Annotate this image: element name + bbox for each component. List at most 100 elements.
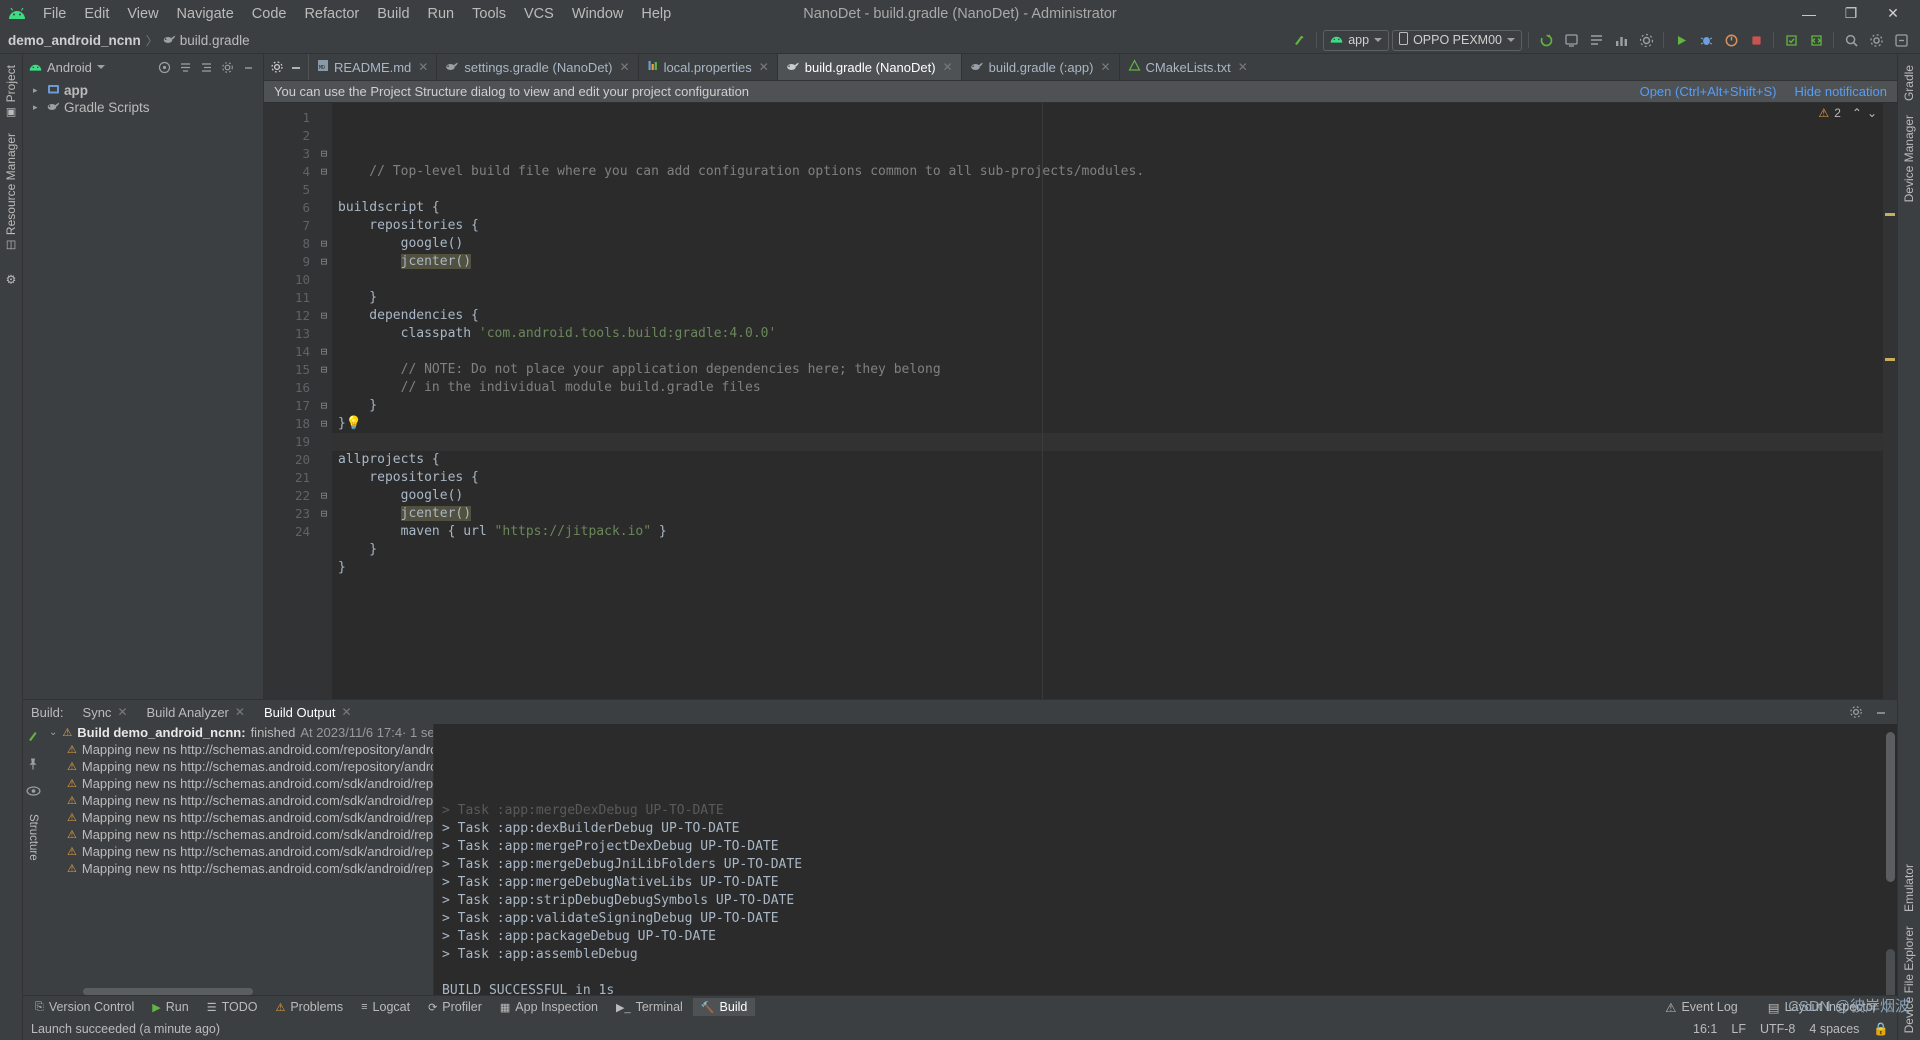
inspection-summary[interactable]: ⚠ 2 ⌃ ⌄: [1818, 106, 1877, 120]
settings-gear-icon[interactable]: [1635, 30, 1657, 50]
menu-tools[interactable]: Tools: [463, 3, 515, 25]
settings-icon[interactable]: [1865, 30, 1887, 50]
sidebar-item-device-manager[interactable]: Device Manager: [1899, 108, 1919, 209]
inspection-mark[interactable]: [1885, 358, 1895, 361]
fold-marker[interactable]: ⊟: [316, 307, 332, 325]
tab-cmakelists-txt[interactable]: CMakeLists.txt ✕: [1120, 54, 1256, 80]
tab-build-output[interactable]: Build Output ✕: [256, 702, 360, 727]
fold-marker[interactable]: ⊟: [316, 253, 332, 271]
chevron-right-icon[interactable]: ▸: [33, 85, 43, 96]
horizontal-scrollbar[interactable]: [83, 988, 253, 995]
search-icon[interactable]: [1840, 30, 1862, 50]
code-line[interactable]: jcenter(): [338, 253, 1897, 271]
apply-code-changes-icon[interactable]: [1805, 30, 1827, 50]
sdk-manager-icon[interactable]: [1585, 30, 1607, 50]
console-scrollbar[interactable]: [1886, 732, 1895, 882]
fold-marker[interactable]: ⊟: [316, 415, 332, 433]
tab-build-gradle-nanodet[interactable]: build.gradle (NanoDet) ✕: [777, 54, 962, 80]
code-line[interactable]: google(): [338, 235, 1897, 253]
menu-build[interactable]: Build: [368, 3, 418, 25]
sidebar-item-project[interactable]: ▣ Project: [1, 58, 21, 126]
fold-marker[interactable]: ⊟: [316, 145, 332, 163]
apply-changes-icon[interactable]: [1780, 30, 1802, 50]
menu-help[interactable]: Help: [632, 3, 680, 25]
chevron-right-icon[interactable]: ▸: [33, 102, 43, 113]
menu-view[interactable]: View: [118, 3, 167, 25]
code-line[interactable]: [338, 181, 1897, 199]
next-inspection-icon[interactable]: ⌄: [1867, 106, 1877, 120]
menu-refactor[interactable]: Refactor: [295, 3, 368, 25]
code-line[interactable]: buildscript {: [338, 199, 1897, 217]
tab-build-gradle-app[interactable]: build.gradle (:app) ✕: [962, 54, 1120, 80]
code-line[interactable]: repositories {: [338, 217, 1897, 235]
tab-local-properties[interactable]: local.properties ✕: [639, 54, 778, 80]
pin-icon[interactable]: [26, 757, 40, 774]
close-icon[interactable]: ✕: [943, 60, 953, 74]
menu-window[interactable]: Window: [563, 3, 633, 25]
build-tree-row[interactable]: ⚠ Mapping new ns http://schemas.android.c…: [43, 826, 433, 843]
console-scrollbar-lower[interactable]: [1886, 949, 1895, 995]
build-tree-row[interactable]: ⚠ Mapping new ns http://schemas.android.c…: [43, 775, 433, 792]
profiler-icon[interactable]: [1610, 30, 1632, 50]
code-line[interactable]: classpath 'com.android.tools.build:gradl…: [338, 325, 1897, 343]
hide-notification-link[interactable]: Hide notification: [1795, 84, 1888, 99]
tab-sync[interactable]: Sync ✕: [75, 702, 136, 723]
code-line[interactable]: }: [338, 289, 1897, 307]
structure-icon[interactable]: ⚙: [1, 265, 21, 293]
search-everywhere-icon[interactable]: [1890, 30, 1912, 50]
code-folding-gutter[interactable]: ⊟ ⊟ ⊟ ⊟ ⊟ ⊟ ⊟ ⊟ ⊟ ⊟ ⊟: [316, 103, 332, 699]
collapse-all-icon[interactable]: [177, 59, 194, 76]
make-project-icon[interactable]: [1288, 30, 1310, 50]
code-line[interactable]: [338, 271, 1897, 289]
close-icon[interactable]: ✕: [342, 705, 352, 719]
breadcrumb-file[interactable]: build.gradle: [180, 33, 250, 48]
indent-setting[interactable]: 4 spaces: [1809, 1022, 1859, 1036]
avd-manager-icon[interactable]: [1560, 30, 1582, 50]
sync-gradle-icon[interactable]: [1535, 30, 1557, 50]
minimize-button[interactable]: —: [1788, 1, 1830, 27]
chevron-down-icon[interactable]: [96, 65, 105, 69]
close-icon[interactable]: ✕: [759, 60, 769, 74]
tool-window-button-build[interactable]: 🔨 Build: [692, 998, 756, 1016]
tool-window-button-logcat[interactable]: ≡ Logcat: [353, 998, 418, 1016]
close-icon[interactable]: ✕: [620, 60, 630, 74]
menu-edit[interactable]: Edit: [75, 3, 118, 25]
fold-marker[interactable]: ⊟: [316, 487, 332, 505]
eye-icon[interactable]: [25, 784, 41, 800]
intention-bulb-icon[interactable]: 💡: [346, 416, 362, 431]
device-selector[interactable]: OPPO PEXM00: [1392, 29, 1522, 51]
code-line[interactable]: // Top-level build file where you can ad…: [338, 163, 1897, 181]
maximize-button[interactable]: ❐: [1830, 1, 1872, 27]
tool-window-button-terminal[interactable]: ▶_ Terminal: [608, 998, 691, 1016]
lock-icon[interactable]: 🔒: [1873, 1022, 1889, 1037]
code-line[interactable]: }: [338, 397, 1897, 415]
structure-side-label[interactable]: Structure: [27, 814, 39, 861]
inspection-scrollbar[interactable]: [1883, 103, 1897, 699]
code-line[interactable]: dependencies {: [338, 307, 1897, 325]
fold-marker[interactable]: ⊟: [316, 361, 332, 379]
fold-marker[interactable]: ⊟: [316, 235, 332, 253]
fold-marker[interactable]: ⊟: [316, 397, 332, 415]
build-tree-row[interactable]: ⚠ Mapping new ns http://schemas.android.c…: [43, 860, 433, 877]
gear-icon[interactable]: [1847, 704, 1864, 721]
expand-all-icon[interactable]: [198, 59, 215, 76]
build-tree-row[interactable]: ⚠ Mapping new ns http://schemas.android.c…: [43, 792, 433, 809]
build-tree-row[interactable]: ⌄ ⚠ Build demo_android_ncnn: finished At 2…: [43, 724, 433, 741]
menu-vcs[interactable]: VCS: [515, 3, 563, 25]
close-icon[interactable]: ✕: [1100, 60, 1110, 74]
caret-position[interactable]: 16:1: [1693, 1022, 1717, 1036]
code-line[interactable]: repositories {: [338, 469, 1897, 487]
tool-window-button-run[interactable]: ▶ Run: [144, 998, 196, 1016]
tool-window-button-app-inspection[interactable]: ▦ App Inspection: [492, 998, 606, 1016]
code-line[interactable]: }: [338, 541, 1897, 559]
run-icon[interactable]: [1670, 30, 1692, 50]
menu-navigate[interactable]: Navigate: [168, 3, 243, 25]
build-tree-row[interactable]: ⚠ Mapping new ns http://schemas.android.c…: [43, 758, 433, 775]
hide-panel-icon[interactable]: [1872, 704, 1889, 721]
run-configuration-selector[interactable]: app: [1323, 29, 1390, 51]
project-view-selector-label[interactable]: Android: [47, 60, 92, 75]
tool-window-button-problems[interactable]: ⚠ Problems: [267, 998, 351, 1016]
code-line[interactable]: [338, 343, 1897, 361]
stop-icon[interactable]: [1745, 30, 1767, 50]
code-line[interactable]: // NOTE: Do not place your application d…: [338, 361, 1897, 379]
